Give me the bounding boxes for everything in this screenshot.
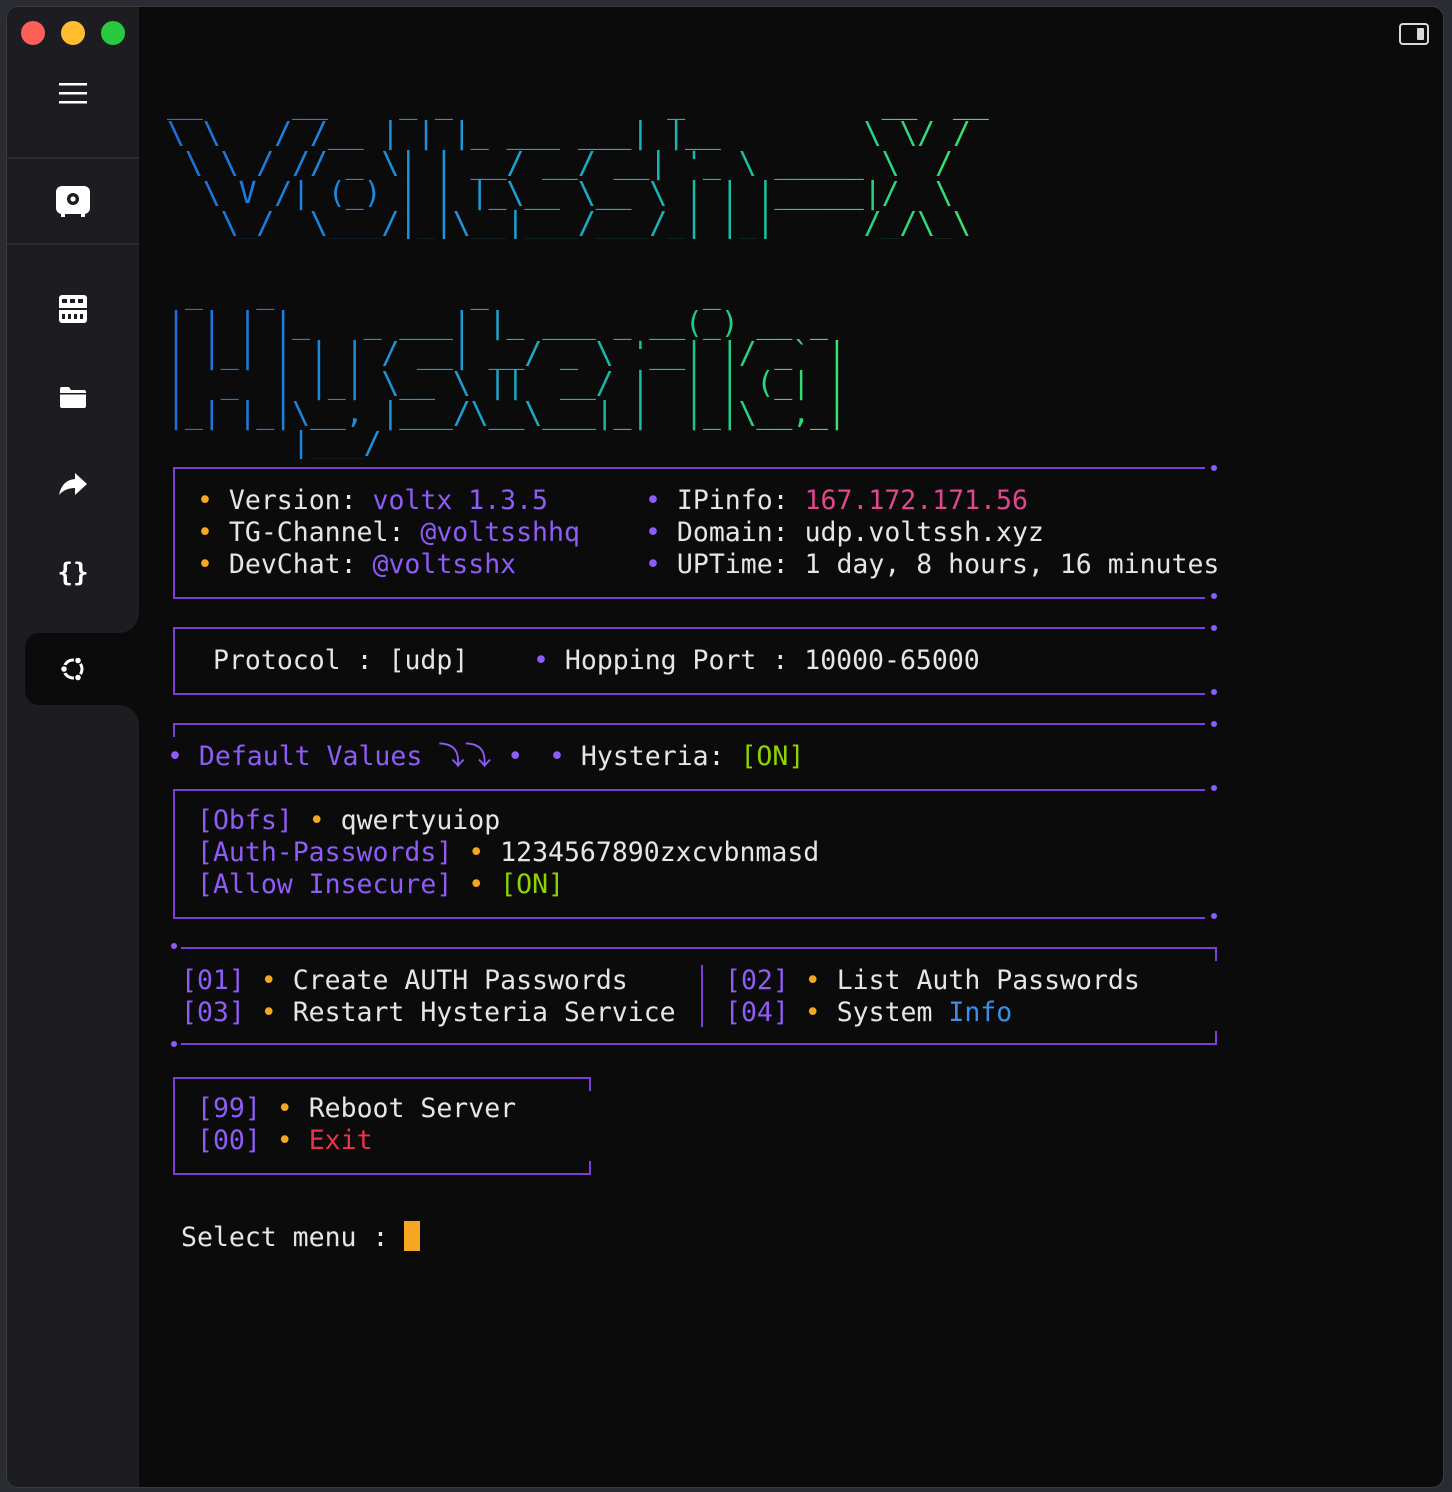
terminal-cursor [404,1221,421,1251]
hysteria-status-line: • Hysteria: [ON] [549,741,805,772]
allow-insecure-line: [Allow Insecure] • [ON] [197,869,564,900]
sidebar-divider [7,243,139,245]
menu-item-04[interactable]: [04] • System Info [725,997,1012,1029]
select-menu-prompt[interactable]: Select menu : [181,1221,421,1254]
sidebar: {} [7,7,139,1487]
protocol-text: Protocol : [udp] [213,645,469,676]
menu-item-02[interactable]: [02] • List Auth Passwords [725,965,1140,997]
double-arrow-icon: ⤵⤵ [438,741,492,772]
devchat-line: • DevChat: @voltsshx [197,549,517,580]
uptime-line: • UPTime: 1 day, 8 hours, 16 minutes [645,549,1220,580]
ascii-banner-voltssh-x: __ __ _ _ _ __ __ \ \ / /__ | | |_ ___ _… [167,86,989,241]
folder-icon[interactable] [7,367,139,427]
ipinfo-line: • IPinfo: 167.172.171.56 [645,485,1028,516]
auth-passwords-line: [Auth-Passwords] • 1234567890zxcvbnmasd [197,837,820,868]
tg-channel-line: • TG-Channel: @voltsshhq [197,517,580,548]
hopping-port-line: • Hopping Port : 10000-65000 [533,645,980,676]
menu-item-01[interactable]: [01] • Create AUTH Passwords [181,965,628,997]
minimize-window-button[interactable] [61,21,85,45]
menu-item-99[interactable]: [99] • Reboot Server [197,1093,516,1125]
sidebar-divider [7,157,139,159]
terminal-output[interactable]: __ __ _ _ _ __ __ \ \ / /__ | | |_ ___ _… [139,7,1443,1487]
server-gear-icon[interactable] [7,171,139,231]
close-window-button[interactable] [21,21,45,45]
ubuntu-icon[interactable] [7,639,139,699]
menu-item-03[interactable]: [03] • Restart Hysteria Service [181,997,676,1029]
maximize-window-button[interactable] [101,21,125,45]
terminal-window: {} __ __ _ _ _ __ __ \ \ / /__ | | |_ __… [6,6,1444,1488]
ascii-banner-hysteria: _ _ _ _ | | | |_ _ ___| |_ ___ _ __(_) _… [167,276,846,461]
version-line: • Version: voltx 1.3.5 [197,485,549,516]
domain-line: • Domain: udp.voltssh.xyz [645,517,1044,548]
defaults-title-line: • Default Values ⤵⤵ • [167,741,524,772]
menu-item-00[interactable]: [00] • Exit [197,1125,373,1157]
grid-storage-icon[interactable] [7,279,139,339]
obfs-line: [Obfs] • qwertyuiop [197,805,501,836]
code-braces-icon[interactable]: {} [7,543,139,603]
forward-icon[interactable] [7,455,139,515]
menu-icon[interactable] [7,63,139,123]
